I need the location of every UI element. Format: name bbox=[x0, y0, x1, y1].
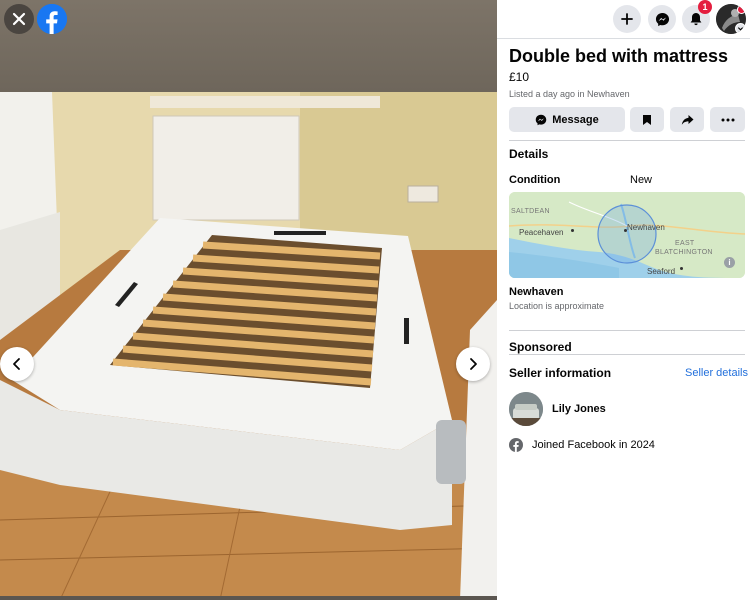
map-label-saltdean: SALTDEAN bbox=[511, 208, 550, 215]
viewer-bottom-edge bbox=[0, 596, 497, 600]
message-button[interactable]: Message bbox=[509, 107, 625, 132]
map-label-blatchington: BLATCHINGTON bbox=[655, 249, 713, 256]
messenger-icon bbox=[655, 12, 669, 26]
seller-avatar[interactable] bbox=[509, 392, 543, 426]
info-icon[interactable]: i bbox=[724, 257, 735, 268]
map-label-seaford: Seaford bbox=[647, 267, 676, 276]
map-label-newhaven: Newhaven bbox=[627, 223, 665, 232]
listing-title: Double bed with mattress bbox=[509, 46, 729, 66]
divider bbox=[509, 354, 745, 355]
seller-info-heading: Seller information bbox=[509, 366, 612, 380]
map-pin-peacehaven bbox=[571, 229, 574, 232]
chevron-left-icon bbox=[13, 358, 20, 370]
location-map[interactable]: SALTDEAN Peacehaven Newhaven EAST BLATCH… bbox=[509, 192, 745, 278]
chevron-right-icon bbox=[470, 358, 477, 370]
divider bbox=[509, 140, 745, 141]
account-avatar-button[interactable] bbox=[716, 4, 746, 34]
listing-meta: Listed a day ago in Newhaven bbox=[509, 89, 630, 99]
condition-label: Condition bbox=[509, 174, 561, 186]
divider bbox=[509, 330, 745, 331]
close-icon bbox=[12, 12, 26, 26]
map-label-east: EAST bbox=[675, 240, 695, 247]
messenger-button[interactable] bbox=[648, 5, 676, 33]
top-bar-divider bbox=[497, 38, 750, 39]
notification-count-badge: 1 bbox=[698, 0, 712, 14]
joined-facebook-text: Joined Facebook in 2024 bbox=[532, 439, 655, 451]
facebook-logo-icon[interactable] bbox=[37, 4, 67, 34]
action-bar: Message bbox=[509, 107, 745, 133]
save-button[interactable] bbox=[630, 107, 664, 132]
viewer-header-area bbox=[0, 0, 497, 92]
seller-details-link[interactable]: Seller details bbox=[685, 367, 748, 379]
account-alert-dot bbox=[737, 5, 746, 14]
listing-header: Double bed with mattress £10 Listed a da… bbox=[509, 44, 745, 100]
close-button[interactable] bbox=[4, 4, 34, 34]
account-chevron-down-icon bbox=[735, 23, 746, 34]
bell-icon bbox=[690, 13, 702, 26]
map-label-peacehaven: Peacehaven bbox=[519, 228, 564, 237]
map-pin-newhaven bbox=[624, 229, 627, 232]
plus-icon bbox=[621, 13, 633, 25]
top-bar: 1 bbox=[497, 0, 750, 38]
more-icon bbox=[721, 118, 734, 121]
details-heading: Details bbox=[509, 147, 549, 161]
listing-panel: 1 Double bed with mattress £10 Listed a … bbox=[497, 0, 750, 600]
location-note: Location is approximate bbox=[509, 301, 605, 311]
share-button[interactable] bbox=[670, 107, 704, 132]
share-icon bbox=[681, 114, 693, 125]
condition-value: New bbox=[630, 174, 653, 186]
listing-price: £10 bbox=[509, 70, 530, 84]
bookmark-icon bbox=[643, 114, 651, 125]
next-image-button[interactable] bbox=[456, 347, 490, 381]
image-viewer bbox=[0, 0, 497, 600]
create-button[interactable] bbox=[613, 5, 641, 33]
previous-image-button[interactable] bbox=[0, 347, 34, 381]
message-button-label: Message bbox=[552, 113, 599, 126]
more-options-button[interactable] bbox=[710, 107, 745, 132]
sponsored-heading: Sponsored bbox=[509, 340, 572, 354]
messenger-icon bbox=[536, 114, 547, 125]
map-pin-seaford bbox=[680, 267, 683, 270]
seller-name[interactable]: Lily Jones bbox=[552, 403, 606, 415]
location-name: Newhaven bbox=[509, 286, 564, 298]
facebook-small-icon bbox=[509, 438, 523, 452]
condition-row: Condition New bbox=[509, 174, 745, 186]
